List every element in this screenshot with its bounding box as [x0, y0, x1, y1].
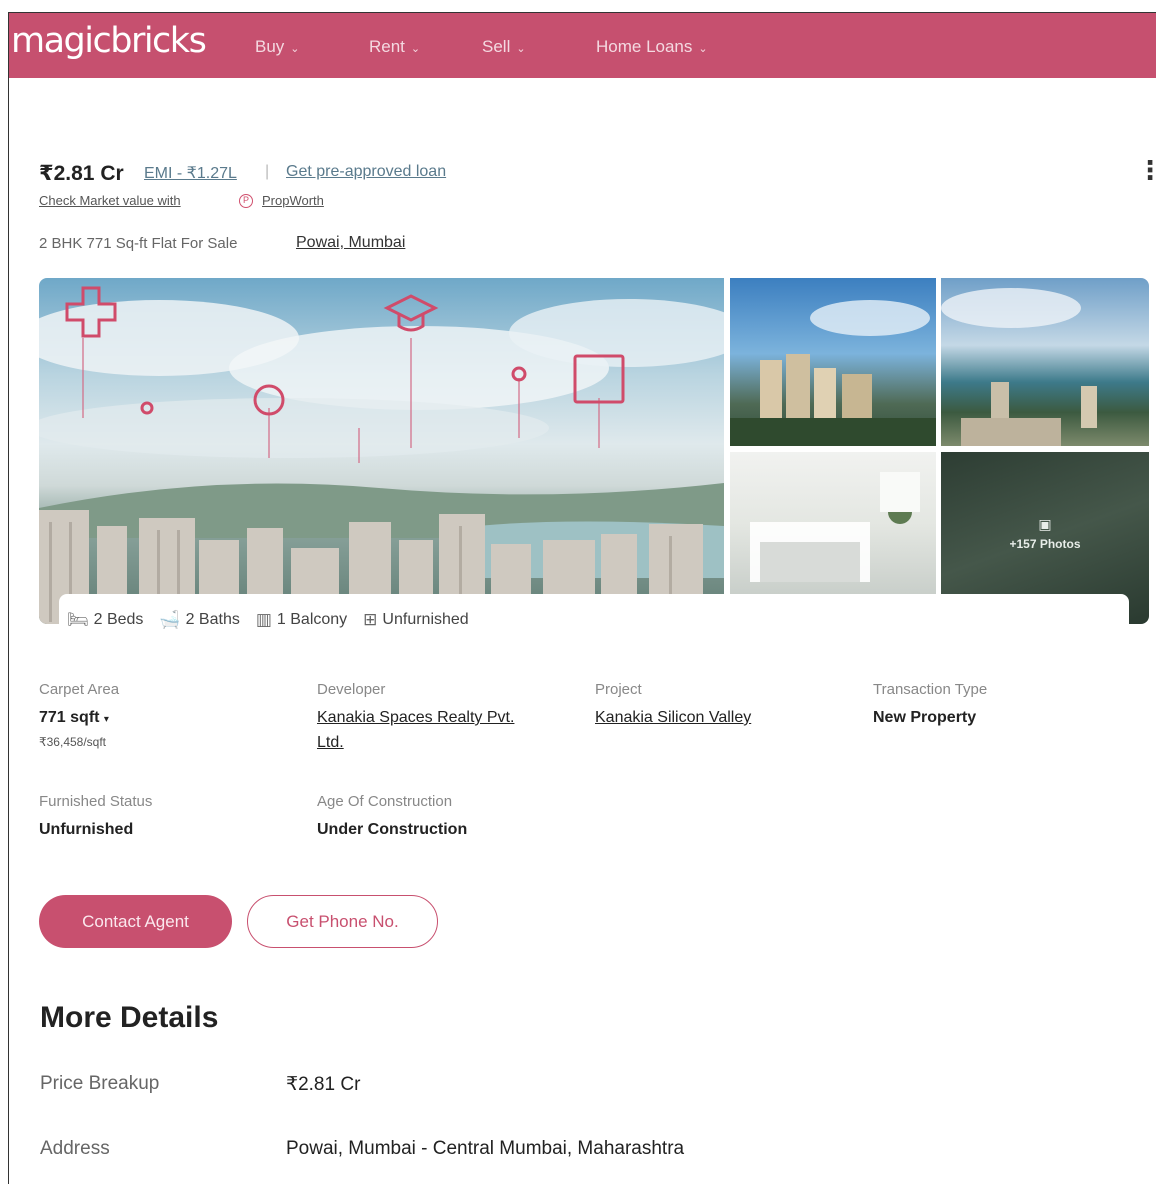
bed-icon: 🛏	[67, 610, 89, 629]
amenity-baths: 🛁 2 Baths	[159, 610, 239, 630]
amenity-label: Unfurnished	[382, 611, 469, 628]
page-frame: magicbricks Buy ⌄ Rent ⌄ Sell ⌄ Home Loans ⌄…	[8, 12, 1156, 1184]
photo-thumb-2[interactable]	[941, 278, 1149, 446]
amenity-balcony: ▥ 1 Balcony	[256, 610, 347, 630]
address-value: Powai, Mumbai - Central Mumbai, Maharash…	[286, 1138, 685, 1159]
bath-icon: 🛁	[159, 610, 181, 629]
furnish-icon: ⊞	[363, 610, 378, 629]
chevron-down-icon: ▾	[103, 714, 109, 725]
emi-link[interactable]: EMI - ₹1.27L	[144, 163, 237, 183]
amenity-label: 2 Beds	[93, 611, 144, 628]
photo-thumb-1[interactable]	[730, 278, 936, 446]
amenity-furnishing: ⊞ Unfurnished	[363, 610, 469, 630]
skyline-illustration	[39, 286, 724, 624]
listing-subtitle: 2 BHK 771 Sq-ft Flat For Sale	[39, 235, 238, 252]
amenity-label: 2 Baths	[185, 611, 240, 628]
contact-agent-button[interactable]: Contact Agent	[39, 895, 232, 948]
chevron-down-icon: ⌄	[290, 42, 300, 55]
bedroom-photo	[750, 472, 920, 582]
balcony-icon: ▥	[255, 610, 272, 629]
transaction-type-label: Transaction Type	[873, 681, 988, 698]
project-label: Project	[595, 681, 642, 698]
separator: |	[265, 163, 270, 180]
check-market-value-link[interactable]: Check Market value with	[39, 193, 181, 208]
price-per-sqft: ₹36,458/sqft	[39, 735, 107, 749]
chevron-down-icon: ⌄	[516, 42, 526, 55]
nav-sell-label: Sell	[482, 37, 511, 56]
tower-photo	[730, 300, 936, 446]
nav-sell[interactable]: Sell ⌄	[482, 37, 526, 57]
chevron-down-icon: ⌄	[698, 42, 708, 55]
chevron-down-icon: ⌄	[410, 42, 421, 55]
more-options-icon[interactable]: ⋮	[1137, 157, 1156, 183]
amenity-strip: 🛏 2 Beds 🛁 2 Baths ▥ 1 Balcony ⊞ Unfurnished	[59, 594, 1129, 646]
propworth-link[interactable]: PropWorth	[262, 193, 324, 208]
nav-home-loans-label: Home Loans	[596, 37, 693, 56]
magicbricks-logo[interactable]: magicbricks	[11, 21, 207, 61]
price-breakup-label: Price Breakup	[40, 1073, 160, 1094]
developer-line-1: Kanakia Spaces Realty Pvt.	[317, 709, 515, 726]
amenity-label: 1 Balcony	[276, 611, 348, 628]
nav-buy-label: Buy	[255, 37, 285, 56]
preapproved-loan-link[interactable]: Get pre-approved loan	[286, 163, 446, 181]
developer-line-2: Ltd.	[317, 734, 344, 751]
main-photo[interactable]	[39, 278, 724, 624]
price: ₹2.81 Cr	[39, 162, 124, 185]
project-link[interactable]: Kanakia Silicon Valley	[595, 705, 751, 730]
price-breakup-value: ₹2.81 Cr	[286, 1074, 361, 1095]
transaction-type-value: New Property	[873, 709, 977, 726]
furnished-status-label: Furnished Status	[39, 793, 153, 810]
nav-home-loans[interactable]: Home Loans ⌄	[596, 37, 708, 57]
address-label: Address	[40, 1138, 110, 1159]
carpet-area-label: Carpet Area	[39, 681, 120, 698]
more-photos-label: +157 Photos	[1009, 537, 1081, 551]
developer-label: Developer	[317, 681, 386, 698]
furnished-status-value: Unfurnished	[39, 821, 134, 838]
age-of-construction-label: Age Of Construction	[317, 793, 453, 810]
top-navbar: magicbricks Buy ⌄ Rent ⌄ Sell ⌄ Home Loans ⌄	[9, 13, 1156, 78]
lake-photo	[941, 288, 1097, 446]
propworth-icon: P	[239, 194, 253, 208]
age-of-construction-value: Under Construction	[317, 821, 468, 838]
developer-link[interactable]: Kanakia Spaces Realty Pvt. Ltd.	[317, 705, 514, 755]
photo-gallery-icon: ▣	[1038, 516, 1052, 532]
carpet-area-text: 771 sqft	[39, 709, 100, 726]
amenity-beds: 🛏 2 Beds	[67, 610, 143, 630]
more-photos-overlay: ▣ +157 Photos	[941, 516, 1149, 551]
nav-buy[interactable]: Buy ⌄	[255, 37, 300, 57]
nav-rent[interactable]: Rent ⌄	[369, 37, 420, 57]
carpet-area-value[interactable]: 771 sqft ▾	[39, 709, 109, 727]
photo-thumb-3[interactable]	[730, 452, 936, 594]
get-phone-button[interactable]: Get Phone No.	[247, 895, 438, 948]
photo-gallery: ▣ +157 Photos 🛏 2 Beds 🛁 2 Baths ▥ 1 Balcon…	[39, 278, 1149, 646]
more-details-heading: More Details	[40, 1001, 219, 1034]
nav-rent-label: Rent	[369, 37, 405, 56]
location-link[interactable]: Powai, Mumbai	[296, 234, 405, 252]
